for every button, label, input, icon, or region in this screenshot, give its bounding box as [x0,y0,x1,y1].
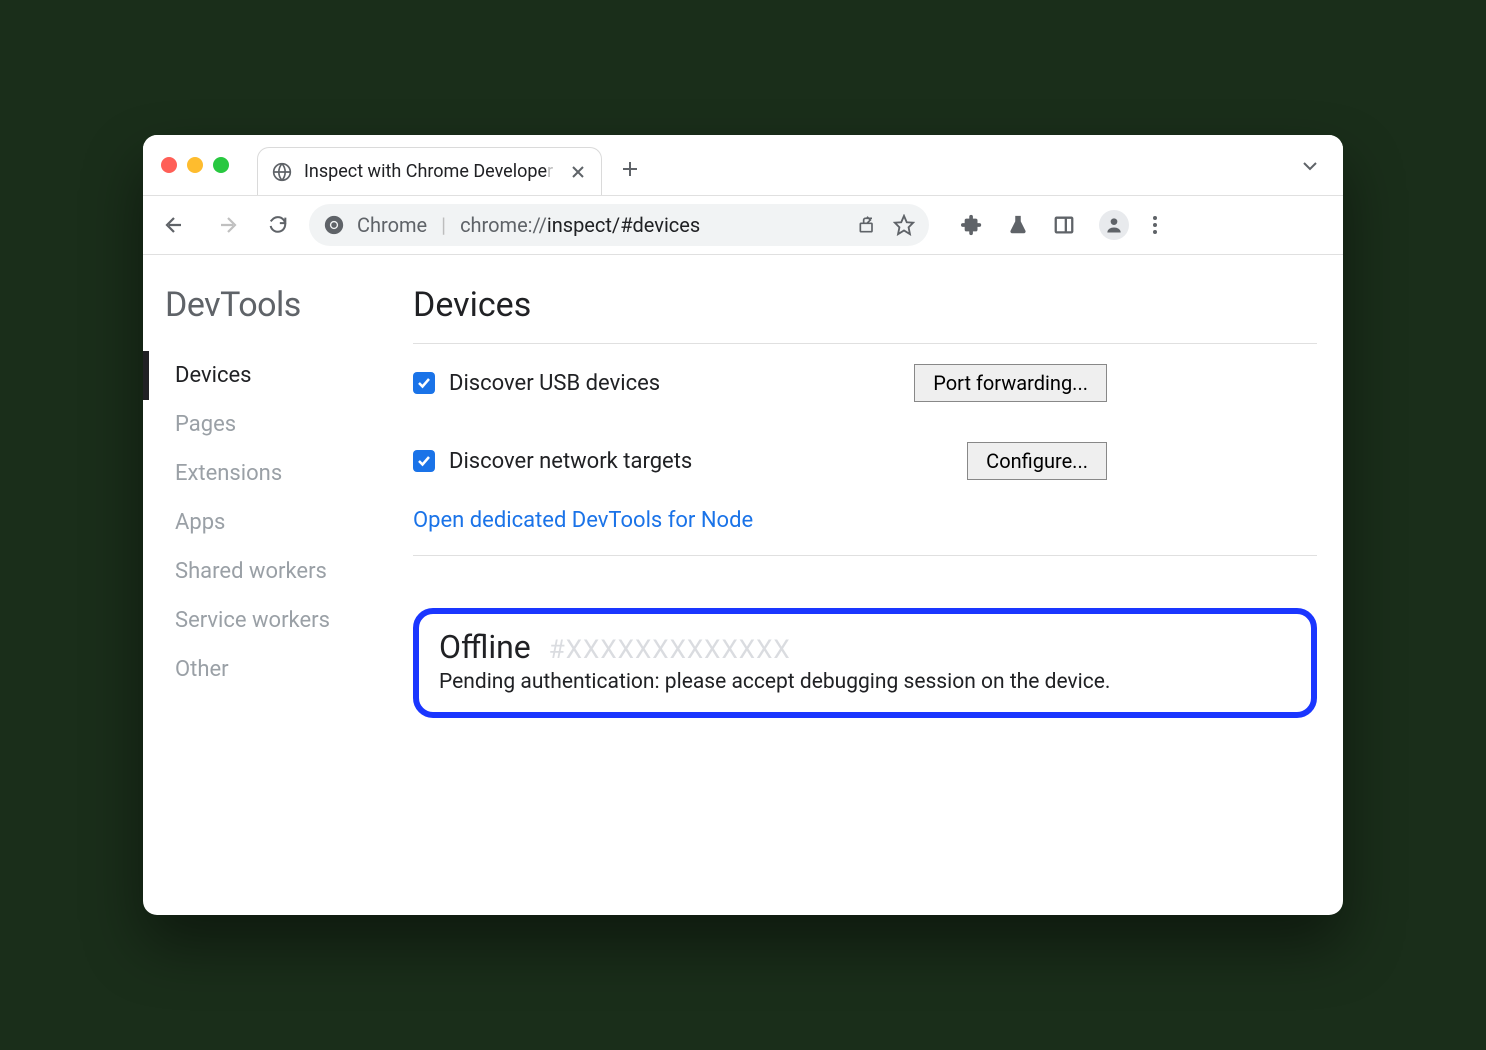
discover-usb-label[interactable]: Discover USB devices [413,371,660,396]
sidebar-item-devices[interactable]: Devices [143,351,393,400]
checkbox-checked-icon[interactable] [413,450,435,472]
maximize-window-button[interactable] [213,157,229,173]
extensions-icon[interactable] [961,214,983,236]
port-forwarding-button[interactable]: Port forwarding... [914,364,1107,402]
bookmark-star-icon[interactable] [893,214,915,236]
globe-icon [272,162,292,182]
titlebar: Inspect with Chrome Developer [143,135,1343,195]
sidebar: DevTools Devices Pages Extensions Apps S… [143,285,393,885]
omnibox-separator: | [441,213,446,237]
labs-icon[interactable] [1007,214,1029,236]
sidebar-item-service-workers[interactable]: Service workers [165,596,393,645]
minimize-window-button[interactable] [187,157,203,173]
share-icon[interactable] [857,215,877,235]
configure-button[interactable]: Configure... [967,442,1107,480]
sidebar-list: Devices Pages Extensions Apps Shared wor… [165,351,393,694]
discover-usb-row: Discover USB devices Port forwarding... [413,344,1317,422]
sidebar-item-other[interactable]: Other [165,645,393,694]
offline-status: Offline [439,628,531,666]
sidebar-item-pages[interactable]: Pages [165,400,393,449]
side-panel-icon[interactable] [1053,214,1075,236]
profile-avatar[interactable] [1099,210,1129,240]
tab-title: Inspect with Chrome Developer [304,161,553,182]
checkbox-checked-icon[interactable] [413,372,435,394]
tab-list-chevron-icon[interactable] [1301,157,1319,175]
offline-device-id: #XXXXXXXXXXXXX [549,635,791,665]
chrome-icon [323,214,345,236]
browser-tab[interactable]: Inspect with Chrome Developer [257,147,602,195]
address-bar[interactable]: Chrome | chrome://inspect/#devices [309,204,929,246]
nav-buttons [163,213,289,237]
sidebar-item-extensions[interactable]: Extensions [165,449,393,498]
offline-message: Pending authentication: please accept de… [439,670,1291,694]
open-devtools-node-link[interactable]: Open dedicated DevTools for Node [413,500,753,555]
content: DevTools Devices Pages Extensions Apps S… [143,255,1343,915]
omnibox-url: chrome://inspect/#devices [460,213,700,237]
offline-device-box: Offline #XXXXXXXXXXXXX Pending authentic… [413,608,1317,718]
close-tab-icon[interactable] [571,165,585,179]
close-window-button[interactable] [161,157,177,173]
divider [413,555,1317,556]
discover-usb-text: Discover USB devices [449,371,660,396]
menu-kebab-icon[interactable] [1153,216,1157,234]
main-panel: Devices Discover USB devices Port forwar… [393,285,1333,885]
traffic-lights [161,157,229,173]
reload-button[interactable] [267,214,289,236]
sidebar-item-apps[interactable]: Apps [165,498,393,547]
page-heading: Devices [413,285,1317,325]
new-tab-button[interactable] [620,159,640,179]
discover-network-row: Discover network targets Configure... [413,422,1317,500]
forward-button[interactable] [215,213,239,237]
toolbar-right [961,210,1157,240]
browser-window: Inspect with Chrome Developer [143,135,1343,915]
discover-network-text: Discover network targets [449,449,692,474]
back-button[interactable] [163,213,187,237]
discover-network-label[interactable]: Discover network targets [413,449,692,474]
sidebar-item-shared-workers[interactable]: Shared workers [165,547,393,596]
sidebar-title: DevTools [165,285,393,325]
omnibox-label: Chrome [357,213,427,237]
toolbar: Chrome | chrome://inspect/#devices [143,195,1343,255]
